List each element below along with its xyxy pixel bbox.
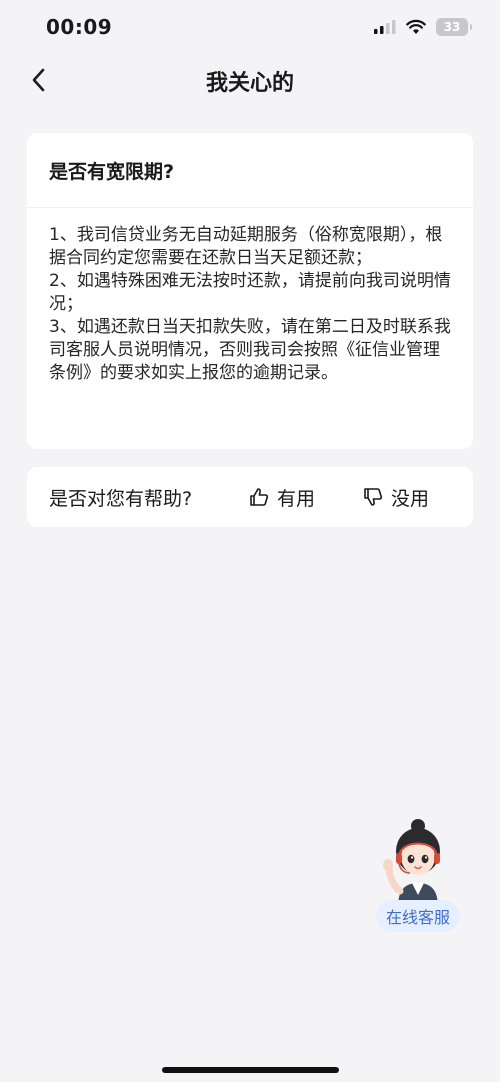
online-customer-service-button[interactable]: 在线客服 bbox=[372, 815, 464, 935]
faq-answer-line: 3、如遇还款日当天扣款失败，请在第二日及时联系我司客服人员说明情况，否则我司会按… bbox=[49, 317, 451, 383]
useless-button[interactable]: 没用 bbox=[363, 481, 429, 513]
navigation-bar: 我关心的 bbox=[0, 56, 500, 106]
useful-button[interactable]: 有用 bbox=[249, 481, 315, 513]
thumbs-up-icon bbox=[250, 488, 269, 506]
status-bar: 00:09 33 bbox=[0, 0, 500, 56]
status-icons: 33 bbox=[374, 18, 472, 36]
feedback-question: 是否对您有帮助? bbox=[49, 488, 193, 510]
faq-answer-line: 2、如遇特殊困难无法按时还款，请提前向我司说明情况； bbox=[49, 271, 451, 314]
feedback-card: 是否对您有帮助? 有用 没用 bbox=[27, 467, 473, 527]
faq-answer-line: 1、我司信贷业务无自动延期服务（俗称宽限期），根据合同约定您需要在还款日当天足额… bbox=[49, 225, 443, 268]
battery-level: 33 bbox=[443, 20, 461, 34]
wifi-icon bbox=[406, 19, 426, 34]
customer-service-agent-icon bbox=[383, 819, 440, 907]
online-customer-service-label: 在线客服 bbox=[376, 900, 460, 932]
home-indicator bbox=[162, 1067, 339, 1073]
page-title: 我关心的 bbox=[205, 71, 294, 96]
battery-indicator: 33 bbox=[436, 18, 472, 36]
faq-answer: 1、我司信贷业务无自动延期服务（俗称宽限期），根据合同约定您需要在还款日当天足额… bbox=[27, 208, 473, 385]
useful-label: 有用 bbox=[277, 487, 316, 510]
thumbs-down-icon bbox=[364, 488, 383, 506]
useless-label: 没用 bbox=[391, 487, 430, 510]
faq-question: 是否有宽限期? bbox=[27, 133, 473, 208]
cellular-signal-icon bbox=[374, 20, 396, 34]
status-time: 00:09 bbox=[46, 15, 113, 39]
faq-card: 是否有宽限期? 1、我司信贷业务无自动延期服务（俗称宽限期），根据合同约定您需要… bbox=[27, 133, 473, 449]
